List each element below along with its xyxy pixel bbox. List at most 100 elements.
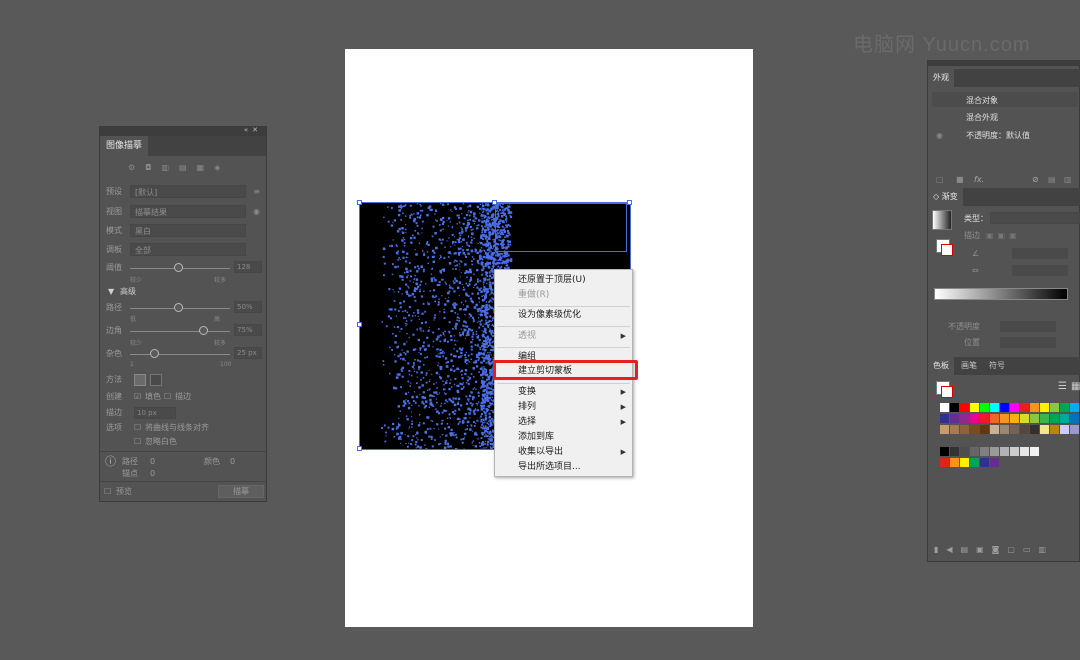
menu-item-perspective[interactable]: 透视 ▶ [495,329,632,344]
color-swatch[interactable] [940,414,949,423]
menu-item-add-to-library[interactable]: 添加到库 [495,430,632,445]
color-swatch[interactable] [1020,447,1029,456]
color-swatch[interactable] [980,458,989,467]
gradient-type-select[interactable] [990,212,1080,224]
selection-handle-bl[interactable] [357,446,362,451]
threshold-value[interactable]: 128 [234,261,262,273]
angle-input[interactable] [1012,248,1068,259]
collapse-close-icon[interactable]: «✕ [244,126,262,134]
color-swatch[interactable] [1020,403,1029,412]
ignore-white-checkbox[interactable]: ☐ [134,435,141,449]
noise-value[interactable]: 25 px [234,347,262,359]
color-swatch[interactable] [970,447,979,456]
selection-handle-tl[interactable] [357,200,362,205]
color-swatch[interactable] [1070,403,1079,412]
color-swatch[interactable] [1040,414,1049,423]
color-swatch[interactable] [1030,425,1039,434]
gradient-opacity-input[interactable] [1000,321,1056,332]
gradient-thumbnail[interactable] [932,210,952,230]
color-swatch[interactable] [1000,414,1009,423]
color-swatch[interactable] [1070,414,1079,423]
color-swatch[interactable] [940,447,949,456]
color-swatch[interactable] [1040,425,1049,434]
color-swatch[interactable] [1010,425,1019,434]
color-swatch[interactable] [980,425,989,434]
color-swatch[interactable] [1030,447,1039,456]
color-swatch[interactable] [990,447,999,456]
color-swatch[interactable] [1050,425,1059,434]
color-swatch[interactable] [1010,403,1019,412]
stroke-gradient-icons[interactable]: ▣▣▣ [986,228,1021,243]
color-swatch[interactable] [950,447,959,456]
snap-curves-checkbox[interactable]: ☐ [134,421,141,435]
appearance-row-blend-appearance[interactable]: 混合外观 [932,110,1078,125]
color-swatch[interactable] [950,458,959,467]
menu-item-pixel-optimize[interactable]: 设为像素级优化 [495,308,632,323]
trace-preset-icons[interactable]: ⚙◘▥▤▦◈ [128,163,230,172]
color-swatch[interactable] [1000,447,1009,456]
advanced-toggle[interactable]: ▼ 高级 [104,285,264,299]
color-swatch[interactable] [990,403,999,412]
swatches-footer-icons[interactable]: ▮◀▤▣◙▢▭▥ [934,545,1054,554]
noise-slider-track[interactable] [130,354,230,355]
method-abutting-icon[interactable] [134,374,146,386]
color-swatch[interactable] [960,447,969,456]
appearance-row-opacity[interactable]: ◉ 不透明度：默认值 [932,128,1078,143]
method-overlapping-icon[interactable] [150,374,162,386]
color-swatch[interactable] [980,447,989,456]
menu-item-select[interactable]: 选择 ▶ [495,415,632,430]
color-swatch[interactable] [1010,447,1019,456]
color-swatch[interactable] [960,414,969,423]
view-select[interactable]: 描摹结果 [130,205,246,218]
paths-slider-knob[interactable] [174,303,183,312]
color-swatch[interactable] [970,458,979,467]
corners-slider-track[interactable] [130,331,230,332]
menu-item-export-selection[interactable]: 导出所选项目... [495,460,632,475]
color-swatch[interactable] [970,403,979,412]
duplicate-icon[interactable]: ▤ [1048,172,1056,187]
color-swatch[interactable] [990,414,999,423]
stroke-checkbox[interactable]: ☐ [164,390,171,404]
appearance-row-blend-object[interactable]: 混合对象 [932,93,1078,108]
color-swatch[interactable] [950,425,959,434]
menu-item-collect-for-export[interactable]: 收集以导出 ▶ [495,445,632,460]
menu-item-transform[interactable]: 变换 ▶ [495,385,632,400]
grid-view-icon[interactable]: ▦ [1071,381,1080,392]
color-swatch[interactable] [1040,403,1049,412]
noise-slider-knob[interactable] [150,349,159,358]
visibility-eye-icon[interactable]: ◉ [936,128,943,143]
tab-brushes[interactable]: 画笔 [956,357,982,375]
gradient-location-input[interactable] [1000,337,1056,348]
mode-select[interactable]: 黑白 [130,224,246,237]
corners-slider-knob[interactable] [199,326,208,335]
color-swatch[interactable] [940,403,949,412]
color-swatch[interactable] [970,425,979,434]
fill-checkbox[interactable]: ☑ [134,390,141,404]
list-view-icon[interactable]: ☰ [1058,381,1067,392]
selection-handle-tm[interactable] [492,200,497,205]
color-swatch[interactable] [960,458,969,467]
new-fill-icon[interactable]: ■ [956,172,964,187]
color-swatch[interactable] [1060,425,1069,434]
eye-icon[interactable]: ◉ [253,205,260,219]
color-swatch[interactable] [960,425,969,434]
color-swatch[interactable] [1050,403,1059,412]
color-swatch[interactable] [980,414,989,423]
color-swatch[interactable] [950,414,959,423]
color-swatch[interactable] [950,403,959,412]
color-swatch[interactable] [1030,414,1039,423]
color-swatch[interactable] [940,425,949,434]
color-swatch[interactable] [1020,414,1029,423]
trash-icon[interactable]: ▥ [1064,172,1072,187]
preview-checkbox[interactable]: ☐ [104,485,111,499]
tab-symbols[interactable]: 符号 [984,357,1010,375]
color-swatch[interactable] [1020,425,1029,434]
gradient-slider-bar[interactable] [934,288,1068,300]
menu-icon[interactable]: ≡ [253,185,260,199]
preset-select[interactable]: [默认] [130,185,246,198]
fx-icon[interactable]: fx. [974,172,984,187]
color-swatch[interactable] [1060,403,1069,412]
corners-value[interactable]: 75% [234,324,262,336]
color-swatch[interactable] [1070,425,1079,434]
selection-handle-tr[interactable] [627,200,632,205]
